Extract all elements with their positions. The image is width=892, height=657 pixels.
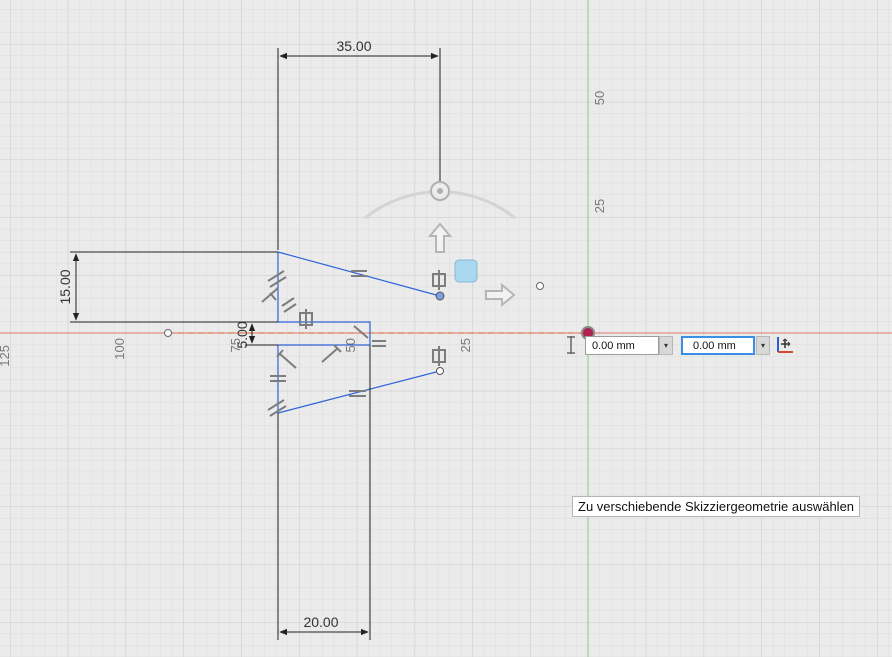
sketch-point[interactable] <box>435 291 445 301</box>
coordinate-system-icon[interactable] <box>774 335 796 355</box>
dimension-small-offset[interactable]: 5.00 <box>234 321 250 348</box>
ruler-label-h: 125 <box>0 345 12 367</box>
dimension-top-width[interactable]: 35.00 <box>336 38 371 54</box>
tooltip: Zu verschiebende Skizziergeometrie auswä… <box>572 496 861 517</box>
dimension-bottom-width[interactable]: 20.00 <box>303 614 338 630</box>
chevron-down-icon: ▾ <box>663 341 668 350</box>
move-distance-icon <box>567 336 575 354</box>
ruler-label-v: 25 <box>592 199 607 213</box>
plane-handle-icon <box>454 259 478 283</box>
sketch-point[interactable] <box>436 367 444 375</box>
major-grid <box>0 0 892 657</box>
x-distance-dropdown[interactable]: ▾ <box>659 336 673 355</box>
ruler-label-h: 25 <box>458 338 473 352</box>
sketch-point[interactable] <box>536 282 544 290</box>
y-distance-input[interactable] <box>681 336 755 355</box>
chevron-down-icon: ▾ <box>760 341 765 350</box>
ruler-label-h: 100 <box>112 338 127 360</box>
centerline-endpoint[interactable] <box>164 329 172 337</box>
y-distance-dropdown[interactable]: ▾ <box>756 336 770 355</box>
dimension-left-height[interactable]: 15.00 <box>57 269 73 304</box>
x-distance-input[interactable] <box>585 336 659 355</box>
ruler-label-v: 50 <box>592 91 607 105</box>
sketch-canvas[interactable]: 125 100 75 50 25 50 25 35.00 20.00 15.00… <box>0 0 892 657</box>
